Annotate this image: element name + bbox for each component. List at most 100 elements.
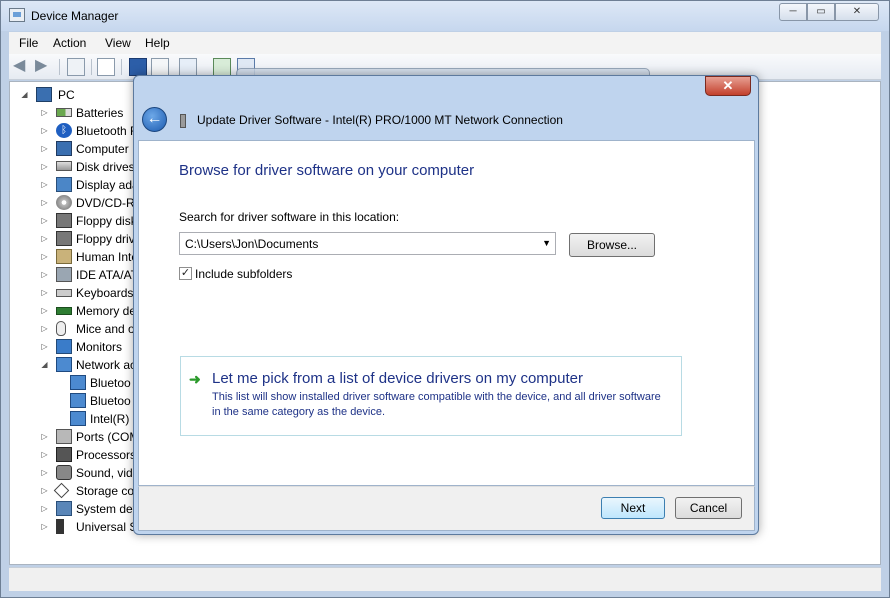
tree-root-pc[interactable]: ◢ PC	[20, 86, 100, 104]
expand-icon[interactable]: ▷	[40, 108, 49, 117]
update-driver-icon[interactable]	[213, 58, 231, 76]
expand-icon[interactable]: ▷	[40, 468, 49, 477]
tree-item[interactable]: ▷ Sound, vide	[40, 464, 140, 482]
back-arrow-icon[interactable]: ←	[142, 107, 167, 132]
tree-item[interactable]: ▷ Computer	[40, 140, 140, 158]
menu-file[interactable]: File	[19, 36, 38, 50]
floppy-drive-icon	[56, 231, 72, 246]
search-location-combobox[interactable]: C:\Users\Jon\Documents ▼	[179, 232, 556, 255]
processor-icon	[56, 447, 72, 462]
tree-item-label: Mice and o	[76, 322, 135, 336]
tree-item-label: Batteries	[76, 106, 124, 120]
dialog-footer: Next Cancel	[138, 486, 755, 531]
dialog-title: Update Driver Software - Intel(R) PRO/10…	[197, 113, 563, 127]
show-hide-tree-icon[interactable]	[67, 58, 85, 76]
update-driver-dialog: ✕ ← Update Driver Software - Intel(R) PR…	[133, 75, 759, 535]
network-adapter-icon	[70, 375, 86, 390]
tree-item-label: Storage cor	[76, 484, 139, 498]
tree-item[interactable]: ▷ Disk drives	[40, 158, 140, 176]
tree-item[interactable]: ▷ Ports (COM	[40, 428, 140, 446]
toolbar-separator	[121, 59, 122, 75]
scan-hardware-icon[interactable]	[179, 58, 197, 76]
expand-icon[interactable]: ▷	[40, 432, 49, 441]
tree-item-label: Intel(R)	[90, 412, 130, 426]
computer-icon	[56, 141, 72, 156]
tree-item-label: Ports (COM	[76, 430, 140, 444]
tree-item-label: Network ac	[76, 358, 137, 372]
include-subfolders-label[interactable]: Include subfolders	[195, 267, 292, 281]
expand-icon[interactable]: ▷	[40, 216, 49, 225]
toolbar-separator	[91, 59, 92, 75]
maximize-button[interactable]: ▭	[807, 3, 835, 21]
expand-icon[interactable]: ▷	[40, 234, 49, 243]
tree-item[interactable]: ▷ Mice and o	[40, 320, 140, 338]
expand-icon[interactable]: ▷	[40, 180, 49, 189]
expand-icon[interactable]: ▷	[40, 504, 49, 513]
expand-icon[interactable]: ▷	[40, 450, 49, 459]
tree-item[interactable]: ▷ Floppy driv	[40, 230, 140, 248]
browse-button[interactable]: Browse...	[569, 233, 655, 257]
minimize-button[interactable]: ─	[779, 3, 807, 21]
green-arrow-icon: ➜	[189, 371, 201, 387]
properties-icon[interactable]	[97, 58, 115, 76]
tree-item[interactable]: ▷ Floppy disk	[40, 212, 140, 230]
expand-icon[interactable]: ▷	[40, 342, 49, 351]
usb-icon	[56, 519, 64, 534]
tree-item[interactable]: ▷ Keyboards	[40, 284, 140, 302]
collapse-icon[interactable]: ◢	[40, 360, 49, 369]
network-adapter-icon	[70, 411, 86, 426]
tree-item[interactable]: ▷ Storage cor	[40, 482, 140, 500]
tree-item[interactable]: ◢ Network ac	[40, 356, 140, 374]
tree-item-label: System dev	[76, 502, 139, 516]
next-button[interactable]: Next	[601, 497, 665, 519]
floppy-disk-icon	[56, 213, 72, 228]
expand-icon[interactable]: ▷	[40, 306, 49, 315]
search-location-label: Search for driver software in this locat…	[179, 210, 400, 224]
tree-item-label: Processors	[76, 448, 137, 462]
view-icon[interactable]	[151, 58, 169, 76]
tree-item[interactable]: ▷ Processors	[40, 446, 140, 464]
tree-item[interactable]: ▷ Batteries	[40, 104, 140, 122]
help-icon[interactable]	[129, 58, 147, 76]
forward-arrow-icon[interactable]: ▶	[35, 58, 53, 76]
dropdown-arrow-icon[interactable]: ▼	[542, 238, 551, 248]
back-arrow-icon[interactable]: ◀	[13, 58, 31, 76]
disk-drive-icon	[56, 161, 72, 171]
expand-icon[interactable]: ▷	[40, 126, 49, 135]
tree-item[interactable]: ▷ Monitors	[40, 338, 140, 356]
tree-item[interactable]: ▷ Memory de	[40, 302, 140, 320]
collapse-icon[interactable]: ◢	[20, 90, 29, 99]
expand-icon[interactable]: ▷	[40, 198, 49, 207]
tree-item[interactable]: ▷ Human Inte	[40, 248, 140, 266]
close-button[interactable]: ✕	[835, 3, 879, 21]
expand-icon[interactable]: ▷	[40, 486, 49, 495]
tree-item[interactable]: ▷ Display ada	[40, 176, 140, 194]
include-subfolders-checkbox[interactable]: ✓	[179, 267, 192, 280]
search-location-value: C:\Users\Jon\Documents	[185, 237, 319, 251]
tree-item-label: Floppy driv	[76, 232, 135, 246]
expand-icon[interactable]: ▷	[40, 522, 49, 531]
expand-icon[interactable]: ▷	[40, 162, 49, 171]
pick-from-list-option[interactable]: ➜ Let me pick from a list of device driv…	[180, 356, 682, 436]
tree-item-label: Disk drives	[76, 160, 135, 174]
tree-item[interactable]: ▷ System dev	[40, 500, 140, 518]
network-card-icon	[180, 114, 186, 128]
menu-action[interactable]: Action	[53, 36, 86, 50]
menu-view[interactable]: View	[105, 36, 131, 50]
expand-icon[interactable]: ▷	[40, 144, 49, 153]
tree-item[interactable]: ▷ DVD/CD-RO	[40, 194, 144, 212]
expand-icon[interactable]: ▷	[40, 270, 49, 279]
dialog-content: Browse for driver software on your compu…	[138, 140, 755, 486]
menu-help[interactable]: Help	[145, 36, 170, 50]
expand-icon[interactable]: ▷	[40, 324, 49, 333]
tree-item[interactable]: ▷ Universal S	[40, 518, 140, 536]
mouse-icon	[56, 321, 66, 336]
pick-from-list-title[interactable]: Let me pick from a list of device driver…	[212, 370, 583, 387]
cancel-button[interactable]: Cancel	[675, 497, 742, 519]
expand-icon[interactable]: ▷	[40, 288, 49, 297]
tree-item[interactable]: ▷ ᛒ Bluetooth R	[40, 122, 140, 140]
dialog-close-button[interactable]: ✕	[705, 76, 751, 96]
expand-icon[interactable]: ▷	[40, 252, 49, 261]
tree-item[interactable]: ▷ IDE ATA/AT	[40, 266, 140, 284]
menu-bar: File Action View Help	[9, 32, 881, 54]
